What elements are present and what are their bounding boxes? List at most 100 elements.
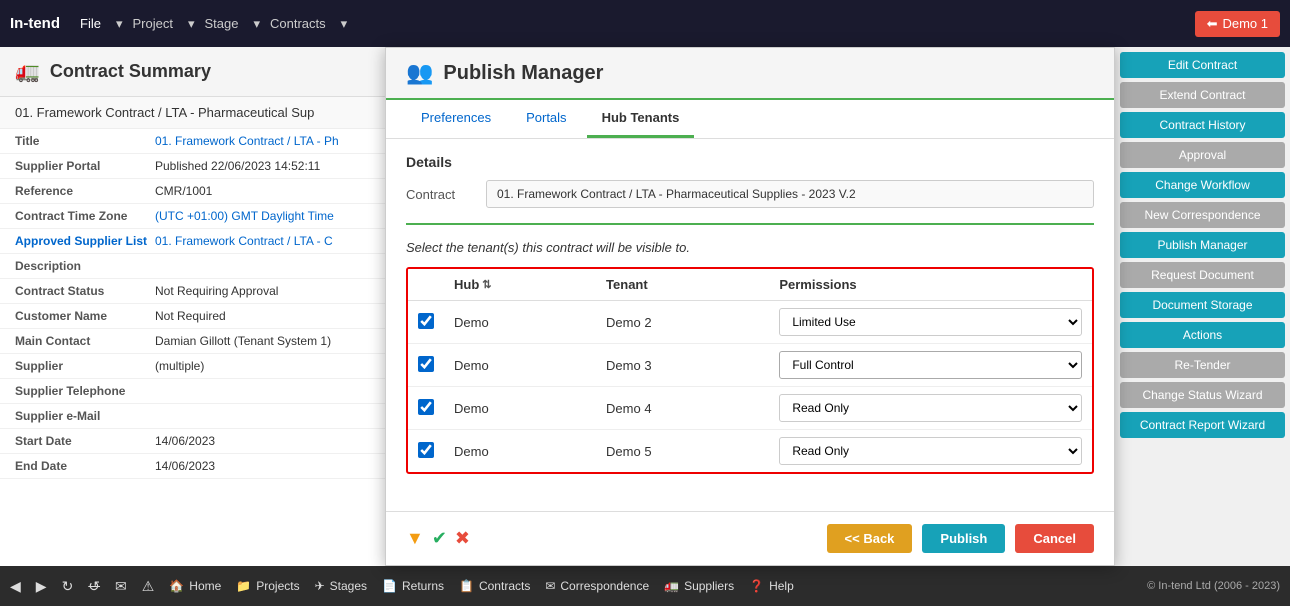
td-hub-1: Demo bbox=[444, 301, 596, 344]
label-timezone: Contract Time Zone bbox=[15, 209, 155, 223]
bottom-nav-suppliers[interactable]: 🚛 Suppliers bbox=[664, 579, 734, 593]
checkbox-2[interactable] bbox=[418, 356, 434, 372]
info-row-reference: Reference CMR/1001 bbox=[0, 179, 385, 204]
bottom-nav-stages[interactable]: ✈ Stages bbox=[315, 579, 367, 593]
permission-select-1[interactable]: Limited Use Full Control Read Only bbox=[779, 308, 1082, 336]
td-checkbox-4 bbox=[408, 430, 444, 473]
cancel-button[interactable]: Cancel bbox=[1015, 524, 1094, 553]
tenant-table-body: Demo Demo 2 Limited Use Full Control Rea… bbox=[408, 301, 1092, 473]
correspondence-label: Correspondence bbox=[560, 579, 649, 593]
help-label: Help bbox=[769, 579, 794, 593]
nav-stop-button[interactable]: ↺ bbox=[88, 578, 100, 595]
nav-alert-button[interactable]: ⚠ bbox=[142, 578, 155, 595]
modal-title: Publish Manager bbox=[443, 62, 603, 85]
sidebar-btn-contract-history[interactable]: Contract History bbox=[1120, 112, 1285, 138]
bottom-nav-home[interactable]: 🏠 Home bbox=[169, 579, 221, 593]
sidebar-btn-publish-manager[interactable]: Publish Manager bbox=[1120, 232, 1285, 258]
help-icon: ❓ bbox=[749, 579, 764, 593]
filter-icon[interactable]: ▼ bbox=[406, 528, 424, 549]
sidebar-btn-new-correspondence[interactable]: New Correspondence bbox=[1120, 202, 1285, 228]
tab-hub-tenants[interactable]: Hub Tenants bbox=[587, 100, 695, 138]
nav-file[interactable]: File bbox=[80, 16, 101, 31]
label-supplier-portal: Supplier Portal bbox=[15, 159, 155, 173]
sidebar-btn-edit-contract[interactable]: Edit Contract bbox=[1120, 52, 1285, 78]
returns-icon: 📄 bbox=[382, 579, 397, 593]
stages-label: Stages bbox=[330, 579, 367, 593]
tenant-table: Hub ⇅ Tenant Permissions bbox=[408, 269, 1092, 472]
th-permissions: Permissions bbox=[769, 269, 1092, 301]
sidebar-btn-change-status-wizard[interactable]: Change Status Wizard bbox=[1120, 382, 1285, 408]
value-start-date: 14/06/2023 bbox=[155, 434, 370, 448]
tab-preferences[interactable]: Preferences bbox=[406, 100, 506, 138]
back-button[interactable]: << Back bbox=[827, 524, 913, 553]
home-label: Home bbox=[189, 579, 221, 593]
info-row-end-date: End Date 14/06/2023 bbox=[0, 454, 385, 479]
label-supplier-telephone: Supplier Telephone bbox=[15, 384, 155, 398]
nav-refresh-button[interactable]: ↻ bbox=[62, 578, 74, 595]
main-area: 🚛 Contract Summary 01. Framework Contrac… bbox=[0, 47, 1290, 566]
label-supplier-email: Supplier e-Mail bbox=[15, 409, 155, 423]
value-main-contact: Damian Gillott (Tenant System 1) bbox=[155, 334, 370, 348]
nav-mail-button[interactable]: ✉ bbox=[115, 578, 127, 595]
modal-body: Details Contract Select the tenant(s) th… bbox=[386, 139, 1114, 511]
label-start-date: Start Date bbox=[15, 434, 155, 448]
info-row-supplier-list: Approved Supplier List 01. Framework Con… bbox=[0, 229, 385, 254]
contract-label: Contract bbox=[406, 187, 486, 202]
sidebar-btn-re-tender[interactable]: Re-Tender bbox=[1120, 352, 1285, 378]
td-tenant-2: Demo 3 bbox=[596, 344, 769, 387]
sidebar-btn-request-document[interactable]: Request Document bbox=[1120, 262, 1285, 288]
value-title: 01. Framework Contract / LTA - Ph bbox=[155, 134, 370, 148]
value-supplier-list[interactable]: 01. Framework Contract / LTA - C bbox=[155, 234, 370, 248]
td-permission-2: Limited Use Full Control Read Only bbox=[769, 344, 1092, 387]
td-tenant-4: Demo 5 bbox=[596, 430, 769, 473]
sidebar-btn-extend-contract[interactable]: Extend Contract bbox=[1120, 82, 1285, 108]
tab-portals[interactable]: Portals bbox=[511, 100, 581, 138]
nav-project[interactable]: Project bbox=[132, 16, 172, 31]
nav-forward-button[interactable]: ▶ bbox=[36, 578, 47, 595]
contracts-icon: 📋 bbox=[459, 579, 474, 593]
sidebar-btn-document-storage[interactable]: Document Storage bbox=[1120, 292, 1285, 318]
td-permission-3: Limited Use Full Control Read Only bbox=[769, 387, 1092, 430]
sidebar-btn-approval[interactable]: Approval bbox=[1120, 142, 1285, 168]
permission-select-4[interactable]: Limited Use Full Control Read Only bbox=[779, 437, 1082, 465]
cross-icon[interactable]: ✖ bbox=[455, 528, 470, 549]
info-row-supplier: Supplier (multiple) bbox=[0, 354, 385, 379]
checkbox-4[interactable] bbox=[418, 442, 434, 458]
label-supplier: Supplier bbox=[15, 359, 155, 373]
exit-icon: ⬅ bbox=[1207, 16, 1218, 32]
checkbox-3[interactable] bbox=[418, 399, 434, 415]
nav-contracts[interactable]: Contracts bbox=[270, 16, 326, 31]
footer-icons: ▼ ✔ ✖ bbox=[406, 528, 470, 549]
info-row-supplier-email: Supplier e-Mail bbox=[0, 404, 385, 429]
bottom-nav-correspondence[interactable]: ✉ Correspondence bbox=[545, 579, 649, 593]
publish-button[interactable]: Publish bbox=[922, 524, 1005, 553]
sidebar-btn-contract-report-wizard[interactable]: Contract Report Wizard bbox=[1120, 412, 1285, 438]
checkbox-1[interactable] bbox=[418, 313, 434, 329]
sort-icon[interactable]: ⇅ bbox=[482, 278, 491, 291]
returns-label: Returns bbox=[402, 579, 444, 593]
nav-back-button[interactable]: ◀ bbox=[10, 578, 21, 595]
sidebar-btn-actions[interactable]: Actions bbox=[1120, 322, 1285, 348]
label-main-contact: Main Contact bbox=[15, 334, 155, 348]
td-permission-1: Limited Use Full Control Read Only bbox=[769, 301, 1092, 344]
td-checkbox-2 bbox=[408, 344, 444, 387]
nav-stage[interactable]: Stage bbox=[204, 16, 238, 31]
check-icon[interactable]: ✔ bbox=[432, 528, 447, 549]
value-supplier-portal: Published 22/06/2023 14:52:11 bbox=[155, 159, 370, 173]
bottom-nav-contracts[interactable]: 📋 Contracts bbox=[459, 579, 530, 593]
info-row-supplier-portal: Supplier Portal Published 22/06/2023 14:… bbox=[0, 154, 385, 179]
sidebar-btn-change-workflow[interactable]: Change Workflow bbox=[1120, 172, 1285, 198]
label-title: Title bbox=[15, 134, 155, 148]
bottom-nav-help[interactable]: ❓ Help bbox=[749, 579, 794, 593]
permission-select-3[interactable]: Limited Use Full Control Read Only bbox=[779, 394, 1082, 422]
label-customer-name: Customer Name bbox=[15, 309, 155, 323]
projects-label: Projects bbox=[256, 579, 299, 593]
bottom-nav-returns[interactable]: 📄 Returns bbox=[382, 579, 444, 593]
th-tenant: Tenant bbox=[596, 269, 769, 301]
label-end-date: End Date bbox=[15, 459, 155, 473]
bottom-nav-projects[interactable]: 📁 Projects bbox=[236, 579, 299, 593]
info-row-timezone: Contract Time Zone (UTC +01:00) GMT Dayl… bbox=[0, 204, 385, 229]
user-button[interactable]: ⬅ Demo 1 bbox=[1195, 11, 1280, 37]
permission-select-2[interactable]: Limited Use Full Control Read Only bbox=[779, 351, 1082, 379]
contract-title-bar: 01. Framework Contract / LTA - Pharmaceu… bbox=[0, 97, 385, 129]
